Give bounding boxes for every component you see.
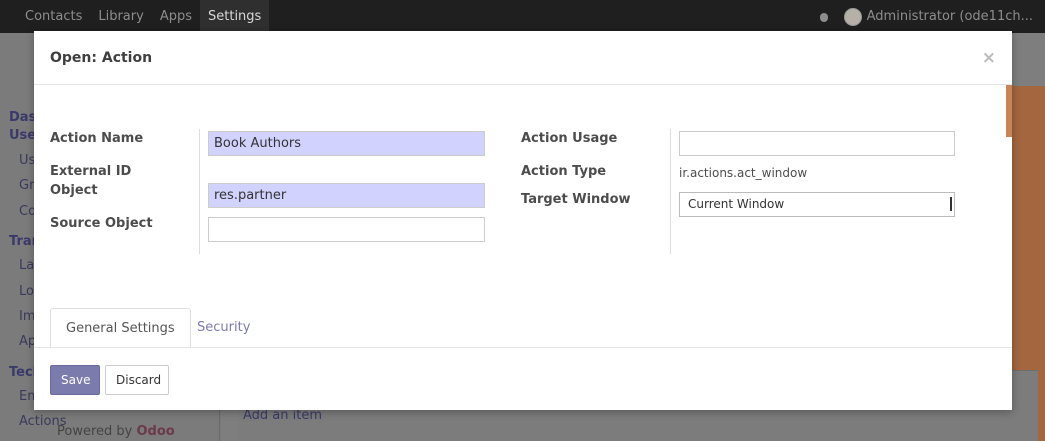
user-area: Administrator (ode11ch...: [818, 7, 1045, 26]
close-icon[interactable]: ×: [982, 48, 996, 68]
source-object-field[interactable]: [208, 217, 485, 242]
dropdown-caret-icon: [950, 197, 953, 211]
avatar[interactable]: [843, 7, 862, 26]
nav-apps[interactable]: Apps: [152, 0, 200, 33]
left-column-divider: [199, 129, 200, 254]
tab-security[interactable]: Security: [182, 308, 265, 347]
add-item-link[interactable]: Add an item: [243, 408, 322, 423]
target-window-select[interactable]: Current Window: [679, 192, 955, 217]
dialog-footer: Save Discard: [34, 347, 1012, 410]
nav-library[interactable]: Library: [90, 0, 151, 33]
scrollbar-thumb[interactable]: [1006, 85, 1012, 137]
object-field[interactable]: res.partner: [208, 183, 485, 208]
object-label: Object: [50, 183, 98, 198]
save-button[interactable]: Save: [50, 365, 100, 395]
external-id-label: External ID: [50, 164, 132, 179]
sidebar-item-users-heading[interactable]: Use: [9, 128, 36, 143]
user-menu[interactable]: Administrator (ode11ch...: [867, 9, 1033, 24]
app-menu: Contacts Library Apps Settings: [17, 0, 270, 33]
top-navbar: Contacts Library Apps Settings Administr…: [0, 0, 1045, 33]
powered-by-text: Powered by Odoo: [57, 424, 175, 439]
sidebar-item-users[interactable]: Us: [19, 153, 35, 168]
notebook-tabs: General Settings Security: [50, 308, 991, 347]
dialog-body: Action Name External ID Object Source Ob…: [34, 85, 1012, 347]
source-object-label: Source Object: [50, 216, 153, 231]
action-name-field[interactable]: Book Authors: [208, 131, 485, 156]
tab-general-settings[interactable]: General Settings: [50, 308, 191, 347]
right-column-divider: [670, 129, 671, 254]
target-window-label: Target Window: [521, 192, 631, 207]
action-type-value: ir.actions.act_window: [679, 166, 808, 180]
discard-button[interactable]: Discard: [105, 365, 169, 395]
nav-contacts[interactable]: Contacts: [17, 0, 90, 33]
dialog-scrollbar[interactable]: [1005, 85, 1012, 347]
dialog-header: Open: Action ×: [34, 31, 1012, 85]
action-usage-field[interactable]: [679, 131, 955, 156]
bug-icon[interactable]: [818, 11, 830, 23]
target-window-selected: Current Window: [688, 197, 785, 211]
action-name-label: Action Name: [50, 131, 144, 146]
action-type-label: Action Type: [521, 164, 607, 179]
action-dialog: Open: Action × Action Name External ID O…: [34, 31, 1012, 410]
dialog-title: Open: Action: [50, 49, 153, 66]
action-usage-label: Action Usage: [521, 131, 618, 146]
sidebar-item-languages[interactable]: La: [19, 258, 34, 273]
nav-settings[interactable]: Settings: [200, 0, 270, 33]
